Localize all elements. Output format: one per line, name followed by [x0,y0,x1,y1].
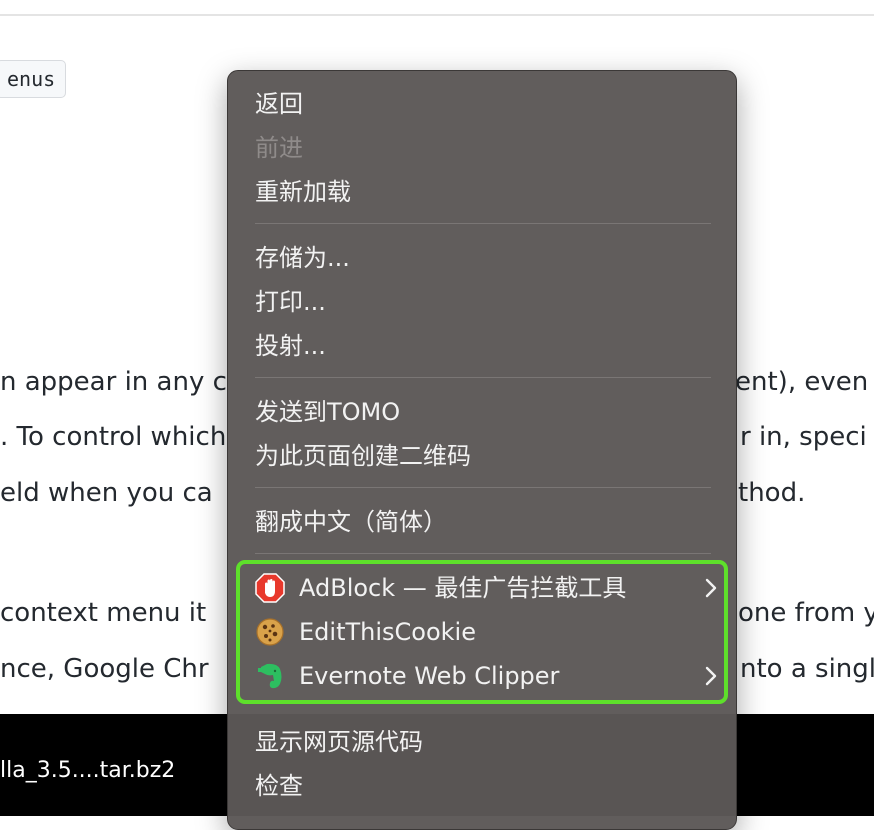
menu-item-print[interactable]: 打印... [255,285,326,319]
menu-item-view-source[interactable]: 显示网页源代码 [255,725,423,759]
body-text-line: ent), even [735,367,869,397]
menu-item-forward: 前进 [255,134,303,162]
body-text-line: nce, Google Chr [0,654,209,684]
code-snippet: enus [0,60,67,98]
body-text-line: r in, speci [740,422,867,452]
body-text-line: nto a singl [740,654,874,684]
menu-item-cast[interactable]: 投射... [255,329,326,363]
adblock-label: AdBlock — 最佳广告拦截工具 [299,574,627,602]
menu-separator [255,377,711,378]
menu-item-editthiscookie[interactable]: EditThisCookie [255,615,735,649]
body-text-line: thod. [738,478,806,508]
body-text-line: eld when you ca [0,478,213,508]
menu-item-adblock[interactable]: AdBlock — 最佳广告拦截工具 [255,571,735,605]
chevron-right-icon [705,666,717,686]
body-text-line: n appear in any c [0,367,227,397]
body-text-line: one from y [738,598,874,628]
menu-item-save-as[interactable]: 存储为... [255,241,350,275]
menu-item-reload[interactable]: 重新加载 [255,175,351,209]
menu-item-create-qr-code[interactable]: 为此页面创建二维码 [255,439,471,473]
menu-item-inspect[interactable]: 检查 [255,769,303,803]
menu-item-translate[interactable]: 翻成中文（简体） [255,505,447,539]
evernote-label: Evernote Web Clipper [299,662,560,690]
body-text-line: . To control which [0,422,227,452]
cookie-icon [256,618,284,646]
download-item[interactable]: lla_3.5....tar.bz2 [0,756,175,786]
body-text-line: context menu it [0,598,207,628]
menu-item-back[interactable]: 返回 [255,87,303,121]
chevron-right-icon [705,578,717,598]
context-menu: 返回 前进 重新加载 存储为... 打印... 投射... 发送到TOMO 为此… [227,70,737,830]
menu-item-send-to-device[interactable]: 发送到TOMO [255,395,400,429]
adblock-hand-icon [255,573,285,603]
menu-separator [255,553,711,554]
top-divider [0,14,874,16]
editthiscookie-label: EditThisCookie [299,618,476,646]
menu-separator [255,487,711,488]
evernote-elephant-icon [258,663,282,689]
menu-item-evernote[interactable]: Evernote Web Clipper [255,659,735,693]
menu-separator [255,223,711,224]
